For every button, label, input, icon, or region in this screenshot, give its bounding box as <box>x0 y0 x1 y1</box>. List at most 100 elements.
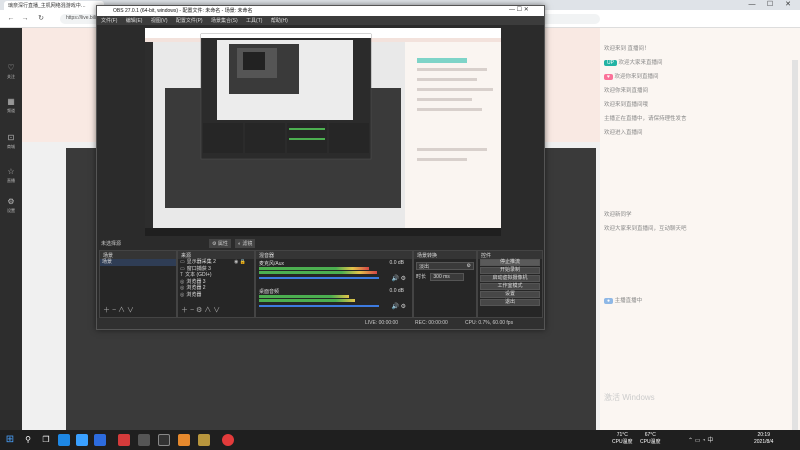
source-item[interactable]: T 文本 (GDI+) <box>178 272 254 279</box>
search-icon[interactable]: ⚲ <box>22 434 34 446</box>
mixer-track-db: 0.0 dB <box>389 260 404 266</box>
source-item[interactable]: ▭ 显示器采集 2 ◉ 🔒 <box>178 259 254 266</box>
menu-view[interactable]: 视图(V) <box>151 18 168 24</box>
mixer-track: 桌面音频 0.0 dB 🔊 ⚙ <box>256 287 412 315</box>
globe-icon: ◎ <box>180 278 185 285</box>
scene-item[interactable]: 场景 <box>100 259 176 266</box>
star-icon: ☆ <box>7 167 15 176</box>
chat-message: 欢迎新同学 <box>604 212 632 218</box>
app-icon[interactable] <box>76 434 88 446</box>
source-toolbar: 未选择源 ⚙ 属性 ◐ 滤镜 <box>97 238 544 248</box>
chat-message: 主播正在直播中，请保持理性发言 <box>604 116 687 122</box>
mixer-track-db: 0.0 dB <box>389 288 404 294</box>
tray-icons[interactable]: ⌃ ▭ ◔ 中 <box>688 435 713 444</box>
reload-icon[interactable]: ↻ <box>36 14 46 24</box>
start-recording-button[interactable]: 开始录制 <box>480 267 540 274</box>
browser-tab-title: 璃奈深行直播_主机网络混游戏中… <box>8 3 86 9</box>
scenes-dock: 场景 场景 ＋ − ∧ ∨ <box>99 250 177 318</box>
text-icon: T <box>180 272 184 279</box>
selected-source-label: 未选择源 <box>101 241 122 247</box>
windows-start-icon[interactable]: ⊞ <box>4 434 16 446</box>
settings-icon: ⚙ <box>7 197 15 206</box>
sidebar-item-settings[interactable]: ⚙ 设置 <box>0 196 22 220</box>
app-icon[interactable] <box>222 434 234 446</box>
transition-select[interactable]: 淡出 ⚙ <box>416 262 474 270</box>
maximize-button[interactable]: ☐ <box>762 0 778 10</box>
sidebar-item-shop[interactable]: ⊡ 商城 <box>0 132 22 156</box>
app-icon[interactable] <box>178 434 190 446</box>
menu-tools[interactable]: 工具(T) <box>246 18 262 24</box>
badge-icon: UP <box>604 60 617 66</box>
activation-watermark: 激活 Windows <box>604 393 655 402</box>
task-view-icon[interactable]: ❐ <box>40 434 52 446</box>
obs-icon[interactable] <box>158 434 170 446</box>
menu-edit[interactable]: 编辑(E) <box>126 18 143 24</box>
app-icon[interactable] <box>198 434 210 446</box>
chat-message: ● 主播直播中 <box>604 296 794 304</box>
speaker-icon[interactable]: 🔊 ⚙ <box>391 275 406 282</box>
source-item[interactable]: ◎ 浏览器 <box>178 292 254 299</box>
sidebar-item-follow[interactable]: ♡ 关注 <box>0 62 22 86</box>
chat-message: ♥ 欢迎你来到直播间 <box>604 72 794 80</box>
obs-preview[interactable] <box>145 28 501 236</box>
browser-tab[interactable]: 璃奈深行直播_主机网络混游戏中… <box>4 1 104 10</box>
menu-file[interactable]: 文件(F) <box>101 18 117 24</box>
app-icon[interactable] <box>94 434 106 446</box>
mixer-dock-title: 混音器 <box>256 251 412 259</box>
source-item[interactable]: ◎ 浏览器 2 <box>178 285 254 292</box>
bag-icon: ⊡ <box>7 133 15 142</box>
properties-button[interactable]: ⚙ 属性 <box>209 239 231 248</box>
menu-profile[interactable]: 配置文件(P) <box>176 18 203 24</box>
obs-window-controls[interactable]: — ☐ ✕ <box>509 6 543 13</box>
speaker-icon[interactable]: 🔊 ⚙ <box>391 303 406 310</box>
badge-icon: ♥ <box>604 74 613 80</box>
sidebar-item-channel[interactable]: ▦ 频道 <box>0 96 22 120</box>
rec-indicator: REC: 00:00:00 <box>415 320 448 326</box>
heart-icon: ♡ <box>7 63 15 72</box>
chat-message: 欢迎进入直播间 <box>604 130 643 136</box>
duration-input[interactable]: 300 ms <box>430 273 465 281</box>
live-indicator: LIVE: 00:00:00 <box>365 320 399 326</box>
volume-meter <box>259 295 349 298</box>
mixer-track-name: 桌面音频 <box>259 289 280 295</box>
stop-streaming-button[interactable]: 停止推流 <box>480 259 540 266</box>
chat-message: 欢迎来到 直播间！ <box>604 46 650 52</box>
scenes-dock-title: 场景 <box>100 251 176 259</box>
volume-slider[interactable] <box>259 305 379 307</box>
volume-slider[interactable] <box>259 277 379 279</box>
obs-status-bar: LIVE: 00:00:00 REC: 00:00:00 CPU: 0.7%, … <box>97 318 544 329</box>
minimize-button[interactable]: — <box>744 0 760 10</box>
mixer-dock: 混音器 麦克风/Aux 0.0 dB 🔊 ⚙ 桌面音频 0.0 dB 🔊 ⚙ <box>255 250 413 318</box>
volume-meter <box>259 267 369 270</box>
taskbar-clock[interactable]: 20:19 2021/8/4 <box>754 432 773 446</box>
menu-scene-collection[interactable]: 场景集合(S) <box>211 18 238 24</box>
studio-mode-button[interactable]: 工作室模式 <box>480 283 540 290</box>
obs-window: OBS 27.0.1 (64-bit, windows) - 配置文件: 未命名… <box>96 5 545 330</box>
virtual-camera-button[interactable]: 启动虚拟摄像机 <box>480 275 540 282</box>
badge-icon: ● <box>604 298 614 304</box>
settings-button[interactable]: 设置 <box>480 291 540 298</box>
obs-menubar: 文件(F) 编辑(E) 视图(V) 配置文件(P) 场景集合(S) 工具(T) … <box>97 16 544 25</box>
monitor-icon: ▭ <box>180 259 185 265</box>
sidebar-item-live[interactable]: ☆ 直播 <box>0 166 22 190</box>
forward-icon[interactable]: → <box>20 14 30 24</box>
scenes-toolbar[interactable]: ＋ − ∧ ∨ <box>100 307 134 315</box>
sources-dock: 来源 ▭ 显示器采集 2 ◉ 🔒 ▭ 窗口捕获 3 T 文本 (GDI+) ◎ 浏览器 3… <box>177 250 255 318</box>
back-icon[interactable]: ← <box>6 14 16 24</box>
volume-meter <box>259 271 377 274</box>
controls-dock-title: 控件 <box>478 251 542 259</box>
filters-button[interactable]: ◐ 滤镜 <box>235 239 256 248</box>
obs-title: OBS 27.0.1 (64-bit, windows) - 配置文件: 未命名… <box>97 6 544 16</box>
chat-message: 欢迎来到直播间哦 <box>604 102 649 108</box>
mixer-track-name: 麦克风/Aux <box>259 261 285 267</box>
close-button[interactable]: ✕ <box>780 0 796 10</box>
exit-button[interactable]: 退出 <box>480 299 540 306</box>
visibility-icon: ◉ 🔒 <box>234 259 246 265</box>
menu-help[interactable]: 帮助(H) <box>271 18 288 24</box>
sources-toolbar[interactable]: ＋ − ⚙ ∧ ∨ <box>178 307 220 315</box>
tray-temp-1: 71°C CPU温度 <box>612 432 633 445</box>
chrome-icon[interactable] <box>118 434 130 446</box>
edge-icon[interactable] <box>58 434 70 446</box>
app-icon[interactable] <box>138 434 150 446</box>
mixer-track: 麦克风/Aux 0.0 dB 🔊 ⚙ <box>256 259 412 287</box>
